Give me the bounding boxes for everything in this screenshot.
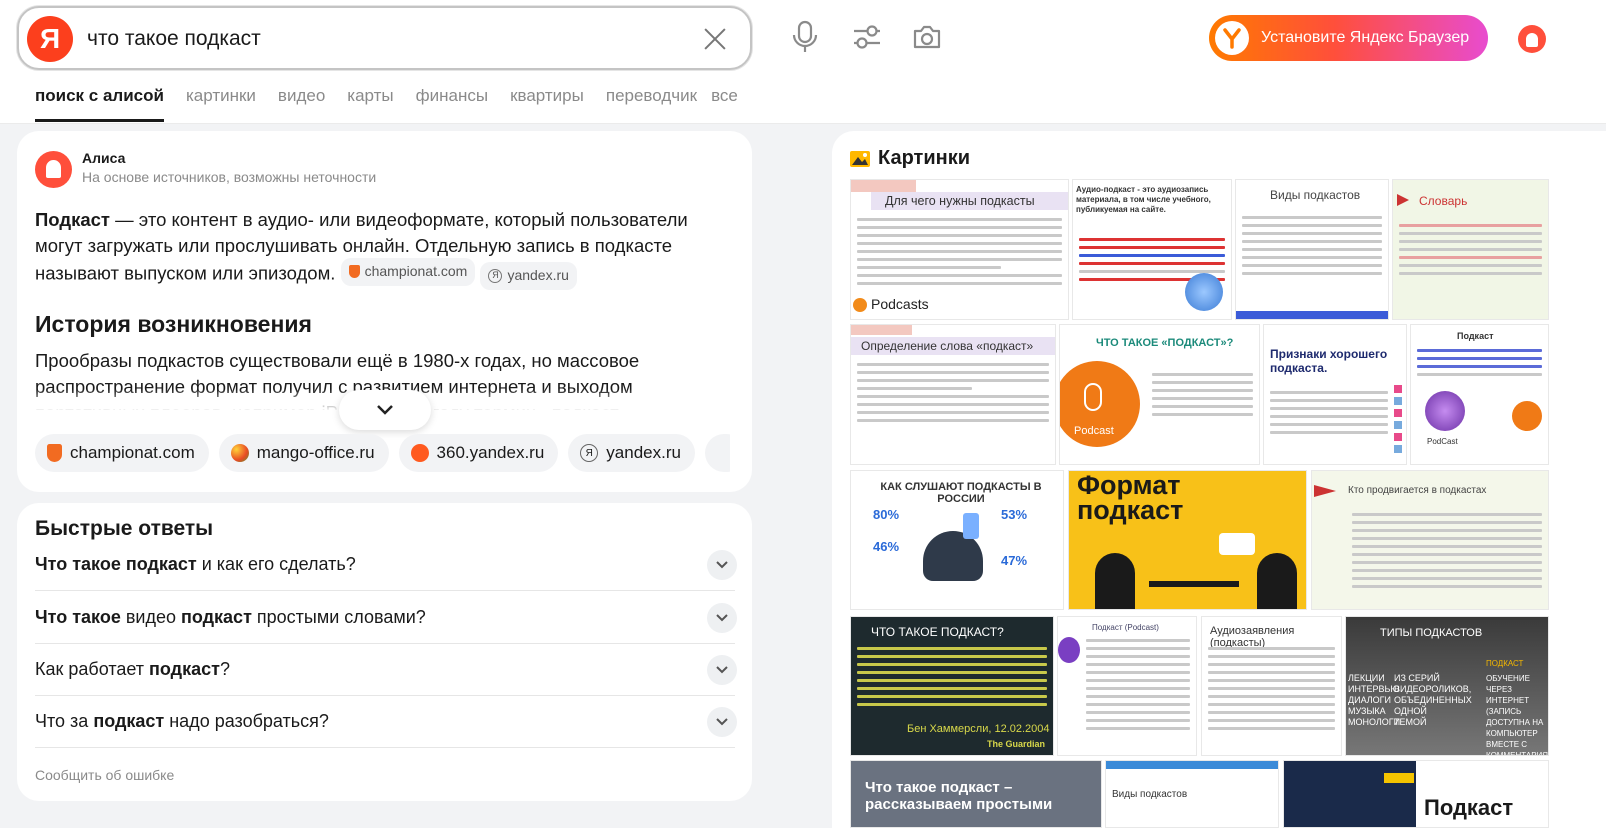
tab-apartments[interactable]: квартиры (510, 86, 584, 122)
quick-answer-item[interactable]: Что такое подкаст и как его сделать? (35, 539, 737, 591)
camera-icon[interactable] (912, 20, 942, 54)
source-chips: championat.com mango-office.ru 360.yande… (35, 434, 730, 472)
image-thumb-9[interactable]: КАК СЛУШАЮТ ПОДКАСТЫ В РОССИИ 80% 53% 46… (850, 470, 1064, 610)
chevron-down-icon[interactable] (707, 602, 737, 633)
picture-icon (850, 150, 870, 167)
image-thumb-3[interactable]: Виды подкастов (1235, 179, 1389, 320)
alice-icon[interactable] (1518, 25, 1546, 53)
image-thumb-14[interactable]: Аудиозаявления (подкасты) (1201, 616, 1342, 756)
quick-answers-card: Быстрые ответы Что такое подкаст и как е… (17, 503, 752, 801)
microphone-icon[interactable] (790, 20, 820, 54)
tab-translator[interactable]: переводчик (606, 86, 697, 122)
mango-icon (230, 444, 249, 462)
quick-answer-question: Что такое подкаст и как его сделать? (35, 554, 356, 574)
source-chip-yandex[interactable]: Я yandex.ru (568, 434, 695, 472)
championat-icon (47, 444, 62, 462)
quick-answer-question: Что такое видео подкаст простыми словами… (35, 607, 426, 627)
search-input[interactable]: что такое подкаст (87, 27, 261, 51)
tab-alice-search[interactable]: поиск с алисой (35, 86, 164, 122)
source-chip-more[interactable] (704, 434, 730, 472)
image-thumb-2[interactable]: Аудио-подкаст - это аудиозапись материал… (1072, 179, 1232, 320)
quick-answer-item[interactable]: Что за подкаст надо разобраться? (35, 696, 737, 748)
images-card: Картинки Для чего нужны подкасты Podcast… (832, 131, 1606, 828)
image-thumb-15[interactable]: ТИПЫ ПОДКАСТОВ ЛЕКЦИИ ИНТЕРВЬЮ ДИАЛОГИ М… (1345, 616, 1549, 756)
tab-finance[interactable]: финансы (416, 86, 488, 122)
install-browser-label: Установите Яндекс Браузер (1261, 29, 1470, 46)
alice-answer-card: Алиса На основе источников, возможны нет… (17, 131, 752, 492)
image-thumb-16[interactable]: Что такое подкаст – рассказываем простым… (850, 760, 1102, 828)
image-thumb-7[interactable]: Признаки хорошего подкаста. (1263, 324, 1407, 465)
yandex-360-icon (410, 444, 429, 462)
filters-icon[interactable] (852, 20, 882, 54)
chevron-down-icon[interactable] (707, 654, 737, 685)
answer-source-yandex[interactable]: Я yandex.ru (480, 262, 577, 290)
image-thumb-1[interactable]: Для чего нужны подкасты Podcasts (850, 179, 1069, 320)
image-thumb-18[interactable]: Подкаст про (1283, 760, 1549, 828)
image-thumb-6[interactable]: ЧТО ТАКОЕ «ПОДКАСТ»? Podcast (1059, 324, 1260, 465)
tab-video[interactable]: видео (278, 86, 325, 122)
source-chip-mango[interactable]: mango-office.ru (218, 434, 389, 472)
alice-disclaimer: На основе источников, возможны неточност… (82, 169, 377, 185)
image-thumb-13[interactable]: Подкаст (Podcast) (1057, 616, 1197, 756)
search-tabs: поиск с алисой картинки видео карты фина… (35, 86, 760, 122)
search-box[interactable]: Я что такое подкаст (17, 6, 752, 70)
image-thumb-4[interactable]: Словарь (1392, 179, 1549, 320)
image-thumb-11[interactable]: Кто продвигается в подкастах (1311, 470, 1549, 610)
install-browser-button[interactable]: Установите Яндекс Браузер (1209, 15, 1488, 61)
quick-answer-item[interactable]: Как работает подкаст? (35, 644, 737, 696)
chevron-down-icon[interactable] (707, 706, 737, 737)
history-heading: История возникновения (35, 311, 312, 337)
image-thumb-10[interactable]: Формат подкаст (1068, 470, 1307, 610)
quick-answer-question: Что за подкаст надо разобраться? (35, 711, 329, 731)
expand-answer-button[interactable] (339, 390, 431, 430)
championat-icon (348, 265, 360, 279)
tab-images[interactable]: картинки (186, 86, 256, 122)
chevron-down-icon (377, 405, 393, 415)
image-thumb-5[interactable]: Определение слова «подкаст» (850, 324, 1056, 465)
report-error-link[interactable]: Сообщить об ошибке (35, 767, 174, 783)
clear-icon[interactable] (702, 26, 728, 52)
quick-answer-question: Как работает подкаст? (35, 659, 230, 679)
image-thumb-12[interactable]: ЧТО ТАКОЕ ПОДКАСТ? Бен Хаммерсли, 12.02.… (850, 616, 1054, 756)
quick-answers-title: Быстрые ответы (35, 517, 214, 540)
images-title[interactable]: Картинки (850, 147, 970, 170)
answer-source-championat[interactable]: championat.com (340, 258, 476, 286)
answer-term: Подкаст (35, 209, 110, 230)
alice-name: Алиса (82, 150, 126, 166)
yandex-logo[interactable]: Я (27, 16, 73, 62)
tab-all[interactable]: все (711, 86, 738, 122)
yandex-icon: Я (488, 269, 503, 283)
tab-maps[interactable]: карты (347, 86, 393, 122)
source-chip-championat[interactable]: championat.com (35, 434, 209, 472)
yandex-browser-icon (1215, 21, 1249, 55)
source-chip-360[interactable]: 360.yandex.ru (398, 434, 559, 472)
image-thumb-8[interactable]: Подкаст PodCast (1410, 324, 1549, 465)
image-thumb-17[interactable]: Виды подкастов (1105, 760, 1279, 828)
chevron-down-icon[interactable] (707, 549, 737, 580)
alice-avatar (35, 151, 72, 188)
yandex-icon: Я (580, 444, 599, 462)
header: Я что такое подкаст Установите Яндекс Бр… (0, 0, 1606, 124)
alice-answer: Подкаст — это контент в аудио- или видео… (35, 207, 715, 290)
quick-answer-item[interactable]: Что такое видео подкаст простыми словами… (35, 592, 737, 644)
